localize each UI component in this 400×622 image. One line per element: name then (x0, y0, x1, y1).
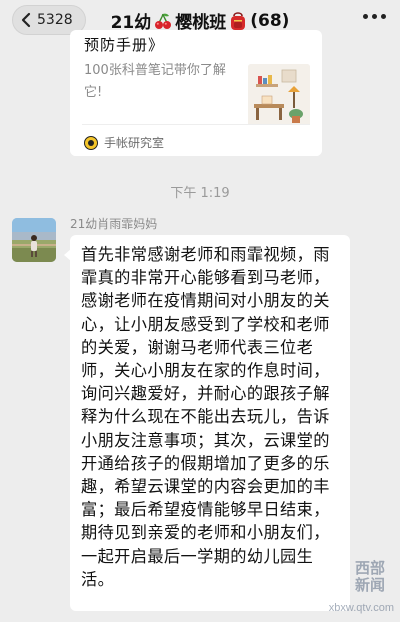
source-logo-icon (84, 135, 98, 150)
card-description: 100张科普笔记带你了解它! (84, 63, 226, 100)
dot-icon (372, 14, 377, 19)
backpack-icon (231, 11, 246, 30)
card-divider (82, 124, 310, 125)
watermark-url: xbxw.qtv.com (328, 602, 394, 614)
avatar[interactable] (12, 218, 56, 262)
message-text: 首先非常感谢老师和雨霏视频，雨霏真的非常开心能够看到马老师，感谢老师在疫情期间对… (81, 245, 330, 589)
card-source: 手帐研究室 (84, 134, 164, 151)
sender-name: 21幼肖雨霏妈妈 (70, 217, 158, 231)
message-timestamp: 下午 1:19 (170, 186, 230, 201)
card-thumbnail (248, 64, 310, 126)
source-name: 手帐研究室 (104, 136, 165, 150)
room-illustration-icon (248, 64, 310, 126)
watermark: 西部新闻 xbxw.qtv.com (286, 554, 396, 618)
more-options-button[interactable] (363, 14, 386, 19)
member-count: (68) (250, 10, 290, 31)
watermark-brand: 西部新闻 (354, 559, 385, 594)
dot-icon (381, 14, 386, 19)
dot-icon (363, 14, 368, 19)
cherry-icon (155, 13, 172, 29)
avatar-photo-icon (12, 218, 56, 262)
card-title: 预防手册》 (84, 36, 165, 54)
